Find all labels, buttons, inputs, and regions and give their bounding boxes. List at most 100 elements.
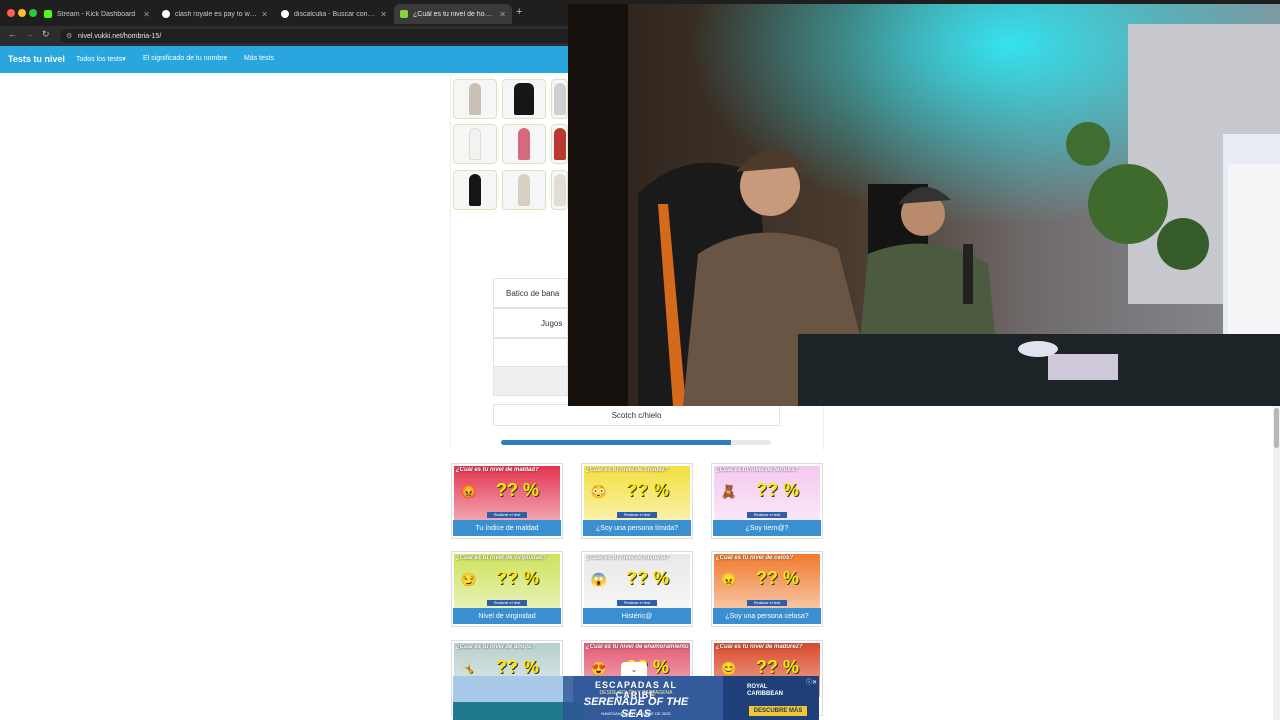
option-image[interactable] bbox=[502, 79, 546, 119]
take-test-button[interactable]: Realizar el test bbox=[487, 512, 527, 518]
page-scrollbar[interactable] bbox=[1273, 406, 1280, 720]
site-logo[interactable]: Tests tu nivel bbox=[8, 54, 65, 64]
progress-fill bbox=[501, 440, 731, 445]
test-card-caption[interactable]: ¿Soy una persona tímida? bbox=[583, 520, 691, 536]
answer-label: Scotch c/hielo bbox=[611, 410, 662, 420]
test-card-caption[interactable]: Histéric@ bbox=[583, 608, 691, 624]
answer-option[interactable] bbox=[493, 338, 568, 368]
browser-tab-active[interactable]: ¿Cuál es tu nivel de hombría? ✕ bbox=[394, 4, 512, 24]
close-tab-icon[interactable]: ✕ bbox=[261, 10, 268, 19]
minimize-window-button[interactable] bbox=[18, 9, 26, 17]
test-card-title: ¿Cuál es tu nivel de ternura? bbox=[716, 467, 799, 473]
take-test-button[interactable]: Realizar el test bbox=[487, 600, 527, 606]
test-card-percent: ?? % bbox=[496, 568, 539, 588]
collapse-ad-button[interactable]: ⌄ bbox=[621, 662, 647, 676]
google-favicon-icon bbox=[281, 10, 289, 18]
option-image[interactable] bbox=[453, 170, 497, 210]
webcam-overlay bbox=[568, 4, 1280, 406]
nav-name-meaning[interactable]: El significado de tu nombre bbox=[143, 55, 227, 62]
scrollbar-thumb[interactable] bbox=[1274, 408, 1279, 448]
answer-option[interactable]: Batico de bana bbox=[493, 278, 568, 308]
test-card-emoji-icon: 😱 bbox=[590, 572, 608, 587]
option-image[interactable] bbox=[502, 124, 546, 164]
test-card[interactable]: ¿Cuál es tu nivel de celos? 😠 ?? % Realizar… bbox=[711, 551, 823, 627]
reload-icon[interactable]: ↻ bbox=[42, 29, 50, 40]
tab-title: clash royale es pay to win o p bbox=[175, 10, 257, 18]
test-card[interactable]: ¿Cuál es tu nivel de histeria? 😱 ?? % Reali… bbox=[581, 551, 693, 627]
test-card-title: ¿Cuál es tu nivel de amigo? bbox=[456, 644, 536, 650]
ad-brand-logo: ROYAL CARIBBEAN bbox=[747, 684, 783, 697]
test-card-title: ¿Cuál es tu nivel de timidez? bbox=[586, 467, 669, 473]
maximize-window-button[interactable] bbox=[29, 9, 37, 17]
test-card-caption[interactable]: ¿Soy tiern@? bbox=[713, 520, 821, 536]
answer-option[interactable]: Jugos bbox=[493, 308, 568, 338]
google-favicon-icon bbox=[162, 10, 170, 18]
test-card-percent: ?? % bbox=[756, 568, 799, 588]
test-card-percent: ?? % bbox=[626, 480, 669, 500]
back-arrow-icon[interactable]: ← bbox=[8, 29, 17, 39]
site-favicon-icon bbox=[400, 10, 408, 18]
test-card-title: ¿Cuál es tu nivel de maldad? bbox=[456, 467, 539, 473]
ad-close-icon[interactable]: ⓘ✕ bbox=[806, 677, 817, 686]
browser-tab[interactable]: discalculia - Buscar con Goo ✕ bbox=[275, 4, 393, 24]
ad-ship-name: SERENADE OF THE SEAS bbox=[583, 696, 689, 720]
test-card-title: ¿Cuál es tu nivel de madurez? bbox=[716, 644, 803, 650]
tab-title: discalculia - Buscar con Goo bbox=[294, 10, 377, 18]
nav-all-tests[interactable]: Todos los tests▾ bbox=[76, 55, 126, 63]
answer-option-selected[interactable] bbox=[493, 366, 568, 396]
kick-favicon-icon bbox=[44, 10, 52, 18]
close-window-button[interactable] bbox=[7, 9, 15, 17]
take-test-button[interactable]: Realizar el test bbox=[617, 600, 657, 606]
take-test-button[interactable]: Realizar el test bbox=[617, 512, 657, 518]
test-card[interactable]: ¿Cuál es tu nivel de ternura? 🧸 ?? % Realiz… bbox=[711, 463, 823, 539]
close-tab-icon[interactable]: ✕ bbox=[499, 10, 506, 19]
answer-label: Jugos bbox=[541, 318, 563, 328]
option-image[interactable] bbox=[551, 124, 568, 164]
nav-more-tests[interactable]: Más tests bbox=[244, 55, 274, 62]
close-tab-icon[interactable]: ✕ bbox=[380, 10, 387, 19]
test-card-title: ¿Cuál es tu nivel de histeria? bbox=[586, 555, 670, 561]
option-image[interactable] bbox=[551, 79, 568, 119]
test-card[interactable]: ¿Cuál es tu nivel de maldad? 😡 ?? % Realiza… bbox=[451, 463, 563, 539]
test-card-title: ¿Cuál es tu nivel de celos? bbox=[716, 555, 794, 561]
address-bar[interactable]: ⚙ nivel.vukki.net/hombria-15/ bbox=[60, 29, 620, 43]
test-card-caption[interactable]: ¿Soy una persona celosa? bbox=[713, 608, 821, 624]
test-card-title: ¿Cuál es tu nivel de enamoramiento? bbox=[586, 644, 690, 650]
test-card-caption[interactable]: Tu índice de maldad bbox=[453, 520, 561, 536]
browser-tab[interactable]: clash royale es pay to win o p ✕ bbox=[156, 4, 274, 24]
quiz-progress-bar bbox=[501, 440, 771, 445]
ad-banner[interactable]: ESCAPADAS AL CARIBE DESDE COLÓN Y CARTAG… bbox=[453, 676, 819, 720]
option-image[interactable] bbox=[551, 170, 568, 210]
tab-title: Stream - Kick Dashboard bbox=[57, 10, 136, 18]
ad-cta-button[interactable]: DESCUBRE MÁS bbox=[749, 706, 807, 716]
close-tab-icon[interactable]: ✕ bbox=[143, 10, 150, 19]
test-card-title: ¿Cuál es tu nivel de virginidad? bbox=[456, 555, 547, 561]
url-text: nivel.vukki.net/hombria-15/ bbox=[78, 32, 162, 40]
site-info-icon[interactable]: ⚙ bbox=[66, 32, 72, 40]
browser-tab[interactable]: Stream - Kick Dashboard ✕ bbox=[38, 4, 156, 24]
forward-arrow-icon[interactable]: → bbox=[25, 29, 34, 39]
option-image[interactable] bbox=[453, 124, 497, 164]
test-card-percent: ?? % bbox=[626, 568, 669, 588]
test-card-emoji-icon: 😠 bbox=[720, 572, 738, 587]
answer-label: Batico de bana bbox=[506, 288, 560, 298]
test-card-emoji-icon: 😡 bbox=[460, 484, 478, 499]
answer-option[interactable]: Scotch c/hielo bbox=[493, 404, 780, 426]
test-card[interactable]: ¿Cuál es tu nivel de timidez? 😳 ?? % Realiz… bbox=[581, 463, 693, 539]
test-card-percent: ?? % bbox=[756, 657, 799, 677]
test-card-caption[interactable]: Nivel de virginidad bbox=[453, 608, 561, 624]
option-image[interactable] bbox=[453, 79, 497, 119]
new-tab-icon[interactable]: + bbox=[516, 6, 522, 18]
take-test-button[interactable]: Realizar el test bbox=[747, 512, 787, 518]
take-test-button[interactable]: Realizar el test bbox=[747, 600, 787, 606]
screen: Stream - Kick Dashboard ✕ clash royale e… bbox=[0, 0, 1280, 720]
test-card[interactable]: ¿Cuál es tu nivel de virginidad? 😏 ?? % Rea… bbox=[451, 551, 563, 627]
webcam-scene-image bbox=[568, 4, 1280, 406]
option-image[interactable] bbox=[502, 170, 546, 210]
test-card-emoji-icon: 🧸 bbox=[720, 484, 738, 499]
test-card-emoji-icon: 😳 bbox=[590, 484, 608, 499]
test-card-percent: ?? % bbox=[496, 657, 539, 677]
tab-title: ¿Cuál es tu nivel de hombría? bbox=[413, 10, 495, 18]
test-card-percent: ?? % bbox=[756, 480, 799, 500]
ad-date: NAVEGANDO EN OCTUBRE DE 2025 bbox=[601, 711, 671, 716]
